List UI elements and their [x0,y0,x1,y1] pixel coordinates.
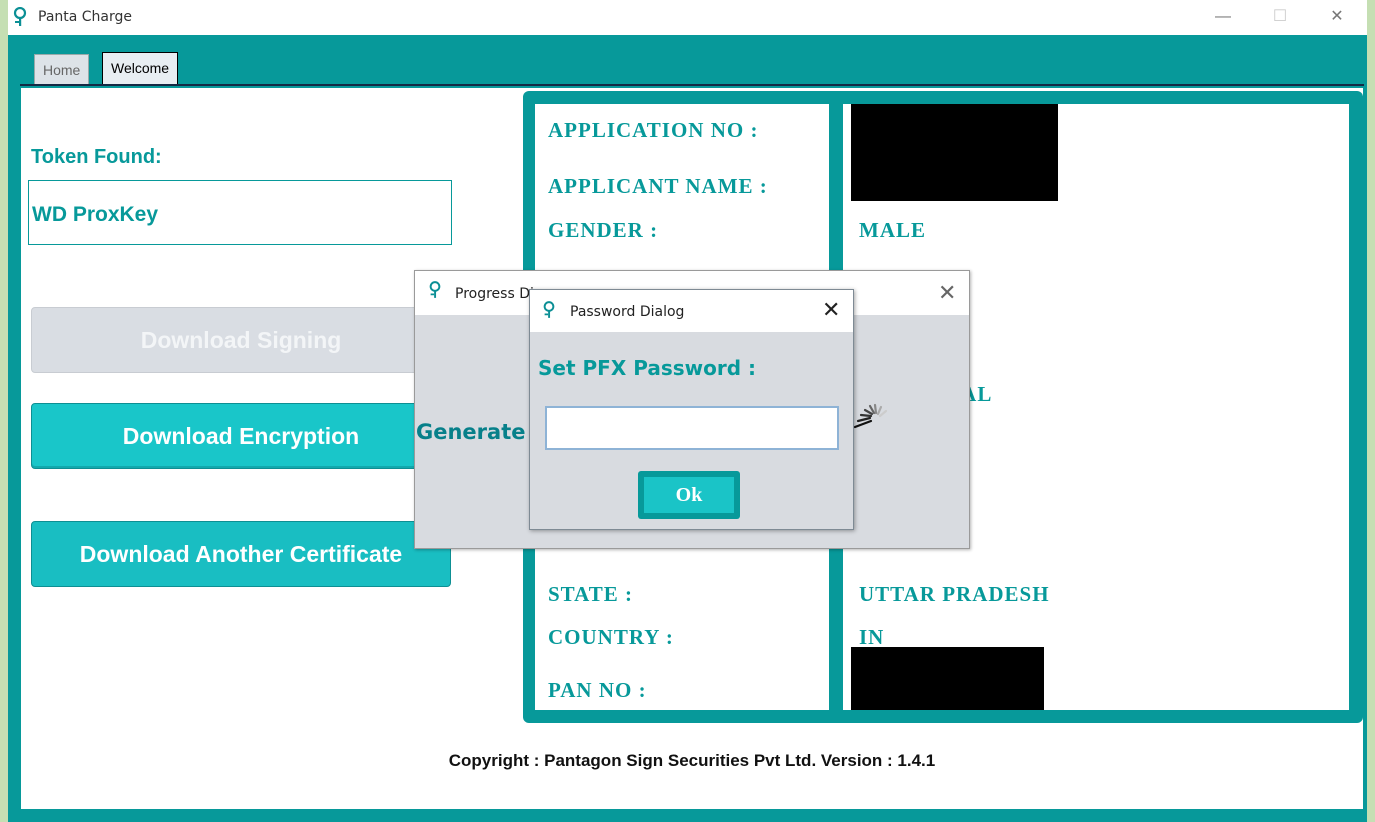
ok-button-label: Ok [644,477,734,513]
window-title: Panta Charge [38,9,133,25]
token-found-label: Token Found: [31,146,162,168]
gender-value: MALE [859,218,926,242]
download-encryption-button[interactable]: Download Encryption [31,403,451,469]
progress-dialog-title: Progress Di [455,286,534,302]
close-button[interactable]: ✕ [1317,4,1357,30]
tab-home[interactable]: Home [34,54,90,85]
state-label: STATE : [548,582,633,606]
pan-no-label: PAN NO : [548,678,647,702]
password-dialog: Password Dialog ✕ Set PFX Password : Ok [529,289,854,530]
token-value: WD ProxKey [32,203,159,226]
applicant-name-label: APPLICANT NAME : [548,174,768,198]
state-value: UTTAR PRADESH [859,582,1050,606]
progress-dialog-close-button[interactable]: ✕ [938,282,956,304]
gender-label: GENDER : [548,218,659,242]
loading-spinner-icon [853,403,888,429]
tab-welcome[interactable]: Welcome [102,52,179,85]
download-another-certificate-button[interactable]: Download Another Certificate [31,521,451,587]
maximize-button[interactable]: ☐ [1260,4,1300,30]
redacted-application-block [851,104,1058,201]
app-logo-icon [543,301,555,318]
footer-copyright: Copyright : Pantagon Sign Securities Pvt… [448,751,936,770]
app-logo-icon [429,281,441,298]
ok-button[interactable]: Ok [638,471,740,519]
country-label: COUNTRY : [548,625,674,649]
set-pfx-password-label: Set PFX Password : [538,356,756,380]
app-logo-icon [13,7,27,26]
minimize-button[interactable]: — [1203,4,1243,30]
tab-divider [20,84,1364,86]
application-no-label: APPLICATION NO : [548,118,759,142]
download-signing-button[interactable]: Download Signing [31,307,451,373]
password-dialog-title-bar: Password Dialog ✕ [530,290,853,332]
redacted-pan-block [851,647,1044,710]
token-box: WD ProxKey [28,180,452,245]
progress-text: Generate [416,420,526,444]
password-dialog-close-button[interactable]: ✕ [822,299,840,321]
pfx-password-input[interactable] [545,406,839,450]
password-dialog-title: Password Dialog [570,304,685,320]
title-bar: Panta Charge — ☐ ✕ [8,0,1367,35]
